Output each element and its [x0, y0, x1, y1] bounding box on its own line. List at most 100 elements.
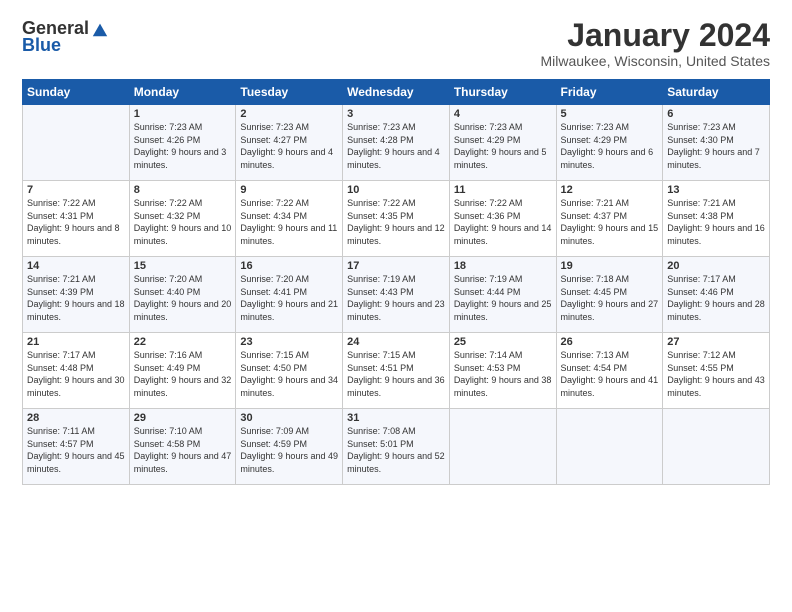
header-cell-thursday: Thursday: [449, 80, 556, 105]
day-number: 16: [240, 260, 338, 272]
day-number: 29: [134, 412, 232, 424]
calendar-cell: 2 Sunrise: 7:23 AMSunset: 4:27 PMDaylight…: [236, 105, 343, 181]
day-number: 4: [454, 108, 552, 120]
day-number: 11: [454, 184, 552, 196]
day-number: 27: [667, 336, 765, 348]
cell-info: Sunrise: 7:23 AMSunset: 4:26 PMDaylight:…: [134, 122, 227, 170]
cell-info: Sunrise: 7:21 AMSunset: 4:39 PMDaylight:…: [27, 274, 125, 322]
day-number: 17: [347, 260, 445, 272]
calendar-cell: 15Sunrise: 7:20 AMSunset: 4:40 PMDayligh…: [129, 257, 236, 333]
cell-info: Sunrise: 7:23 AMSunset: 4:29 PMDaylight:…: [561, 122, 654, 170]
cell-info: Sunrise: 7:22 AMSunset: 4:32 PMDaylight:…: [134, 198, 232, 246]
day-number: 8: [134, 184, 232, 196]
cell-info: Sunrise: 7:11 AMSunset: 4:57 PMDaylight:…: [27, 426, 125, 474]
cell-info: Sunrise: 7:23 AMSunset: 4:29 PMDaylight:…: [454, 122, 547, 170]
day-number: 28: [27, 412, 125, 424]
cell-info: Sunrise: 7:12 AMSunset: 4:55 PMDaylight:…: [667, 350, 765, 398]
day-number: 21: [27, 336, 125, 348]
calendar-cell: 14 Sunrise: 7:21 AMSunset: 4:39 PMDayligh…: [23, 257, 130, 333]
header-cell-tuesday: Tuesday: [236, 80, 343, 105]
logo-blue-text: Blue: [22, 35, 61, 56]
day-number: 26: [561, 336, 659, 348]
day-number: 22: [134, 336, 232, 348]
header-cell-wednesday: Wednesday: [343, 80, 450, 105]
cell-info: Sunrise: 7:17 AMSunset: 4:46 PMDaylight:…: [667, 274, 765, 322]
cell-info: Sunrise: 7:23 AMSunset: 4:28 PMDaylight:…: [347, 122, 440, 170]
calendar-cell: 17 Sunrise: 7:19 AMSunset: 4:43 PMDayligh…: [343, 257, 450, 333]
header-cell-sunday: Sunday: [23, 80, 130, 105]
day-number: 25: [454, 336, 552, 348]
calendar-cell: 11 Sunrise: 7:22 AMSunset: 4:36 PMDayligh…: [449, 181, 556, 257]
calendar-table: SundayMondayTuesdayWednesdayThursdayFrid…: [22, 79, 770, 485]
header-cell-friday: Friday: [556, 80, 663, 105]
day-number: 18: [454, 260, 552, 272]
cell-info: Sunrise: 7:13 AMSunset: 4:54 PMDaylight:…: [561, 350, 659, 398]
day-number: 13: [667, 184, 765, 196]
week-row-5: 28 Sunrise: 7:11 AMSunset: 4:57 PMDayligh…: [23, 409, 770, 485]
calendar-cell: 25 Sunrise: 7:14 AMSunset: 4:53 PMDayligh…: [449, 333, 556, 409]
calendar-cell: 27 Sunrise: 7:12 AMSunset: 4:55 PMDayligh…: [663, 333, 770, 409]
day-number: 24: [347, 336, 445, 348]
calendar-cell: 8 Sunrise: 7:22 AMSunset: 4:32 PMDaylight…: [129, 181, 236, 257]
calendar-cell: 20 Sunrise: 7:17 AMSunset: 4:46 PMDayligh…: [663, 257, 770, 333]
calendar-cell: [449, 409, 556, 485]
calendar-cell: 5Sunrise: 7:23 AMSunset: 4:29 PMDaylight…: [556, 105, 663, 181]
cell-info: Sunrise: 7:14 AMSunset: 4:53 PMDaylight:…: [454, 350, 552, 398]
title-block: January 2024 Milwaukee, Wisconsin, Unite…: [540, 18, 770, 69]
logo-triangle-icon: [91, 20, 109, 38]
week-row-4: 21 Sunrise: 7:17 AMSunset: 4:48 PMDayligh…: [23, 333, 770, 409]
day-number: 20: [667, 260, 765, 272]
cell-info: Sunrise: 7:19 AMSunset: 4:43 PMDaylight:…: [347, 274, 445, 322]
day-number: 7: [27, 184, 125, 196]
day-number: 3: [347, 108, 445, 120]
header-cell-monday: Monday: [129, 80, 236, 105]
calendar-cell: 7 Sunrise: 7:22 AMSunset: 4:31 PMDaylight…: [23, 181, 130, 257]
calendar-cell: 9Sunrise: 7:22 AMSunset: 4:34 PMDaylight…: [236, 181, 343, 257]
cell-info: Sunrise: 7:22 AMSunset: 4:35 PMDaylight:…: [347, 198, 445, 246]
calendar-cell: 1Sunrise: 7:23 AMSunset: 4:26 PMDaylight…: [129, 105, 236, 181]
calendar-cell: 10 Sunrise: 7:22 AMSunset: 4:35 PMDayligh…: [343, 181, 450, 257]
calendar-cell: 22Sunrise: 7:16 AMSunset: 4:49 PMDayligh…: [129, 333, 236, 409]
cell-info: Sunrise: 7:17 AMSunset: 4:48 PMDaylight:…: [27, 350, 125, 398]
cell-info: Sunrise: 7:15 AMSunset: 4:51 PMDaylight:…: [347, 350, 445, 398]
calendar-cell: 31Sunrise: 7:08 AMSunset: 5:01 PMDayligh…: [343, 409, 450, 485]
week-row-2: 7 Sunrise: 7:22 AMSunset: 4:31 PMDaylight…: [23, 181, 770, 257]
day-number: 12: [561, 184, 659, 196]
cell-info: Sunrise: 7:10 AMSunset: 4:58 PMDaylight:…: [134, 426, 232, 474]
calendar-cell: 12Sunrise: 7:21 AMSunset: 4:37 PMDayligh…: [556, 181, 663, 257]
cell-info: Sunrise: 7:08 AMSunset: 5:01 PMDaylight:…: [347, 426, 445, 474]
cell-info: Sunrise: 7:20 AMSunset: 4:41 PMDaylight:…: [240, 274, 338, 322]
calendar-cell: 4 Sunrise: 7:23 AMSunset: 4:29 PMDaylight…: [449, 105, 556, 181]
cell-info: Sunrise: 7:21 AMSunset: 4:38 PMDaylight:…: [667, 198, 765, 246]
cell-info: Sunrise: 7:09 AMSunset: 4:59 PMDaylight:…: [240, 426, 338, 474]
day-number: 2: [240, 108, 338, 120]
cell-info: Sunrise: 7:22 AMSunset: 4:36 PMDaylight:…: [454, 198, 552, 246]
cell-info: Sunrise: 7:19 AMSunset: 4:44 PMDaylight:…: [454, 274, 552, 322]
calendar-cell: 26 Sunrise: 7:13 AMSunset: 4:54 PMDayligh…: [556, 333, 663, 409]
location: Milwaukee, Wisconsin, United States: [540, 53, 770, 69]
calendar-header: SundayMondayTuesdayWednesdayThursdayFrid…: [23, 80, 770, 105]
cell-info: Sunrise: 7:20 AMSunset: 4:40 PMDaylight:…: [134, 274, 232, 322]
calendar-cell: 3 Sunrise: 7:23 AMSunset: 4:28 PMDaylight…: [343, 105, 450, 181]
calendar-body: 1Sunrise: 7:23 AMSunset: 4:26 PMDaylight…: [23, 105, 770, 485]
calendar-cell: [663, 409, 770, 485]
calendar-cell: 23Sunrise: 7:15 AMSunset: 4:50 PMDayligh…: [236, 333, 343, 409]
day-number: 23: [240, 336, 338, 348]
cell-info: Sunrise: 7:23 AMSunset: 4:30 PMDaylight:…: [667, 122, 760, 170]
cell-info: Sunrise: 7:23 AMSunset: 4:27 PMDaylight:…: [240, 122, 333, 170]
calendar-cell: 29 Sunrise: 7:10 AMSunset: 4:58 PMDayligh…: [129, 409, 236, 485]
calendar-cell: 6Sunrise: 7:23 AMSunset: 4:30 PMDaylight…: [663, 105, 770, 181]
day-number: 10: [347, 184, 445, 196]
day-number: 19: [561, 260, 659, 272]
calendar-cell: [556, 409, 663, 485]
week-row-1: 1Sunrise: 7:23 AMSunset: 4:26 PMDaylight…: [23, 105, 770, 181]
calendar-cell: 30 Sunrise: 7:09 AMSunset: 4:59 PMDayligh…: [236, 409, 343, 485]
cell-info: Sunrise: 7:22 AMSunset: 4:31 PMDaylight:…: [27, 198, 120, 246]
day-number: 14: [27, 260, 125, 272]
calendar-cell: 16 Sunrise: 7:20 AMSunset: 4:41 PMDayligh…: [236, 257, 343, 333]
month-title: January 2024: [540, 18, 770, 53]
logo: General Blue: [22, 18, 109, 56]
calendar-cell: 28 Sunrise: 7:11 AMSunset: 4:57 PMDayligh…: [23, 409, 130, 485]
cell-info: Sunrise: 7:18 AMSunset: 4:45 PMDaylight:…: [561, 274, 659, 322]
day-number: 30: [240, 412, 338, 424]
